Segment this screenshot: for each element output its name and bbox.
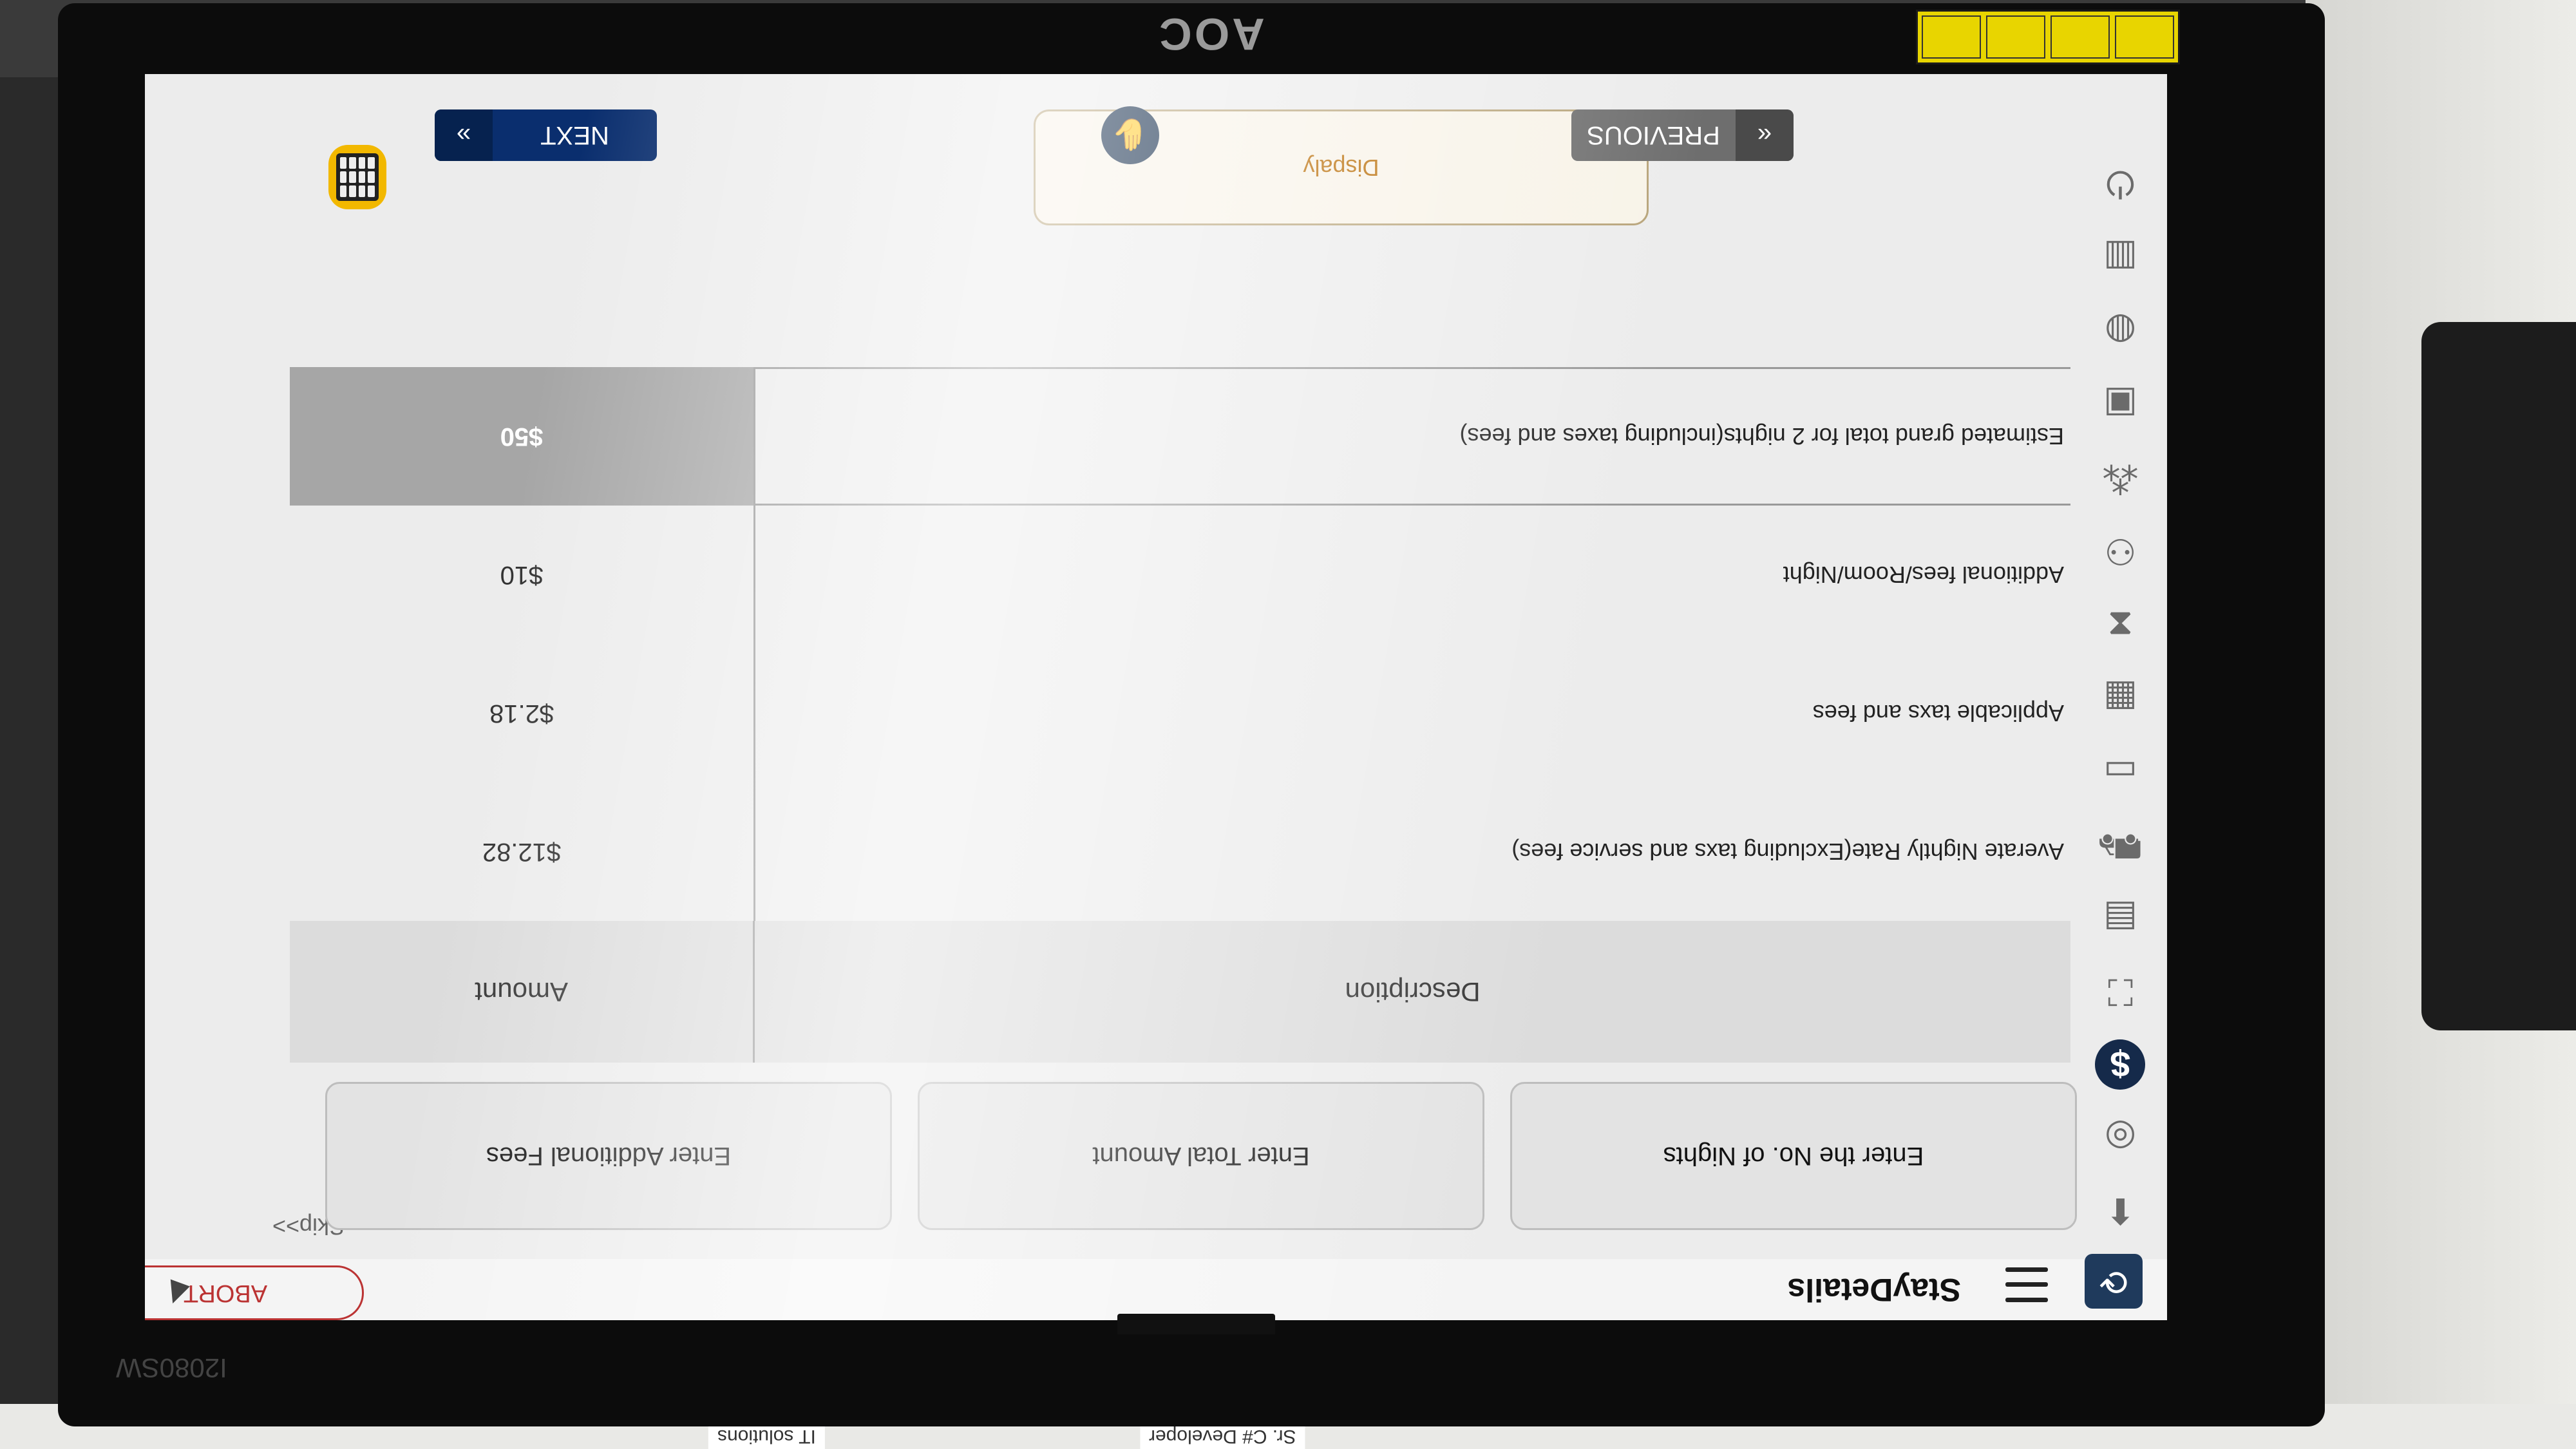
id-card-icon[interactable]: ▤ [2095,893,2146,944]
calculator-icon[interactable] [328,145,386,209]
total-amount: $50 [290,367,753,506]
warning-sticker [1916,10,2180,64]
globe-icon[interactable]: ◎ [2095,1112,2146,1163]
group-icon[interactable]: ⁂ [2095,452,2146,504]
double-chevron-left-icon: « [1736,109,1794,161]
key-card-icon[interactable]: ▭ [2095,746,2146,797]
row-description: Additional fees/Room/Night [753,506,2070,644]
next-label: NEXT [540,121,609,150]
menu-icon[interactable] [2005,1267,2048,1302]
dollar-icon[interactable]: $ [2095,1039,2146,1090]
hourglass-icon[interactable]: ⧗ [2095,599,2146,650]
table-header: Description Amount [290,921,2070,1063]
users-icon[interactable]: ⚇ [2095,526,2146,577]
enter-total-amount-button[interactable]: Enter Total Amount [918,1082,1484,1230]
previous-button[interactable]: « PREVIOUS [1571,109,1794,161]
passport-icon[interactable]: ▣ [2095,379,2146,430]
total-row: Estimated grand total for 2 nights(inclu… [290,367,2070,506]
power-icon[interactable]: ⏻ [2095,158,2146,210]
row-description: Averate Nightly Rate(Excluding taxs and … [753,782,2070,921]
monitor-notch [1117,1314,1275,1334]
arrow-icon[interactable]: ⬆ [2095,1185,2146,1236]
hand-stop-icon[interactable]: ✋ [1101,106,1159,164]
total-description: Estimated grand total for 2 nights(inclu… [753,367,2070,506]
row-amount: $2.18 [489,699,554,728]
double-chevron-right-icon: » [435,109,493,161]
option-buttons: Enter the No. of Nights Enter Total Amou… [325,1082,2077,1230]
app-logo-icon: ⟳ [2085,1254,2143,1309]
world-icon[interactable]: ◍ [2095,305,2146,357]
kiosk-screen: ⟳ StayDetails ABORT Skip>> ⬆ ◎ $ ⛶ ▤ ⛟ ▭ ▦ ⧗ ⚇ ⁂ ▣ ◍… [145,74,2167,1320]
sidebar: ⬆ ◎ $ ⛶ ▤ ⛟ ▭ ▦ ⧗ ⚇ ⁂ ▣ ◍ ▥ ⏻ [2090,142,2151,1236]
background-device [2421,322,2576,1030]
background-label: IT solutions [708,1423,825,1449]
receipt-icon[interactable]: ▦ [2095,672,2146,724]
monitor-brand: AOC [1157,9,1265,59]
row-amount: $10 [500,561,544,589]
page-title: StayDetails [1787,1272,1961,1308]
background-label: Sr. C# Developer [1140,1423,1305,1449]
row-amount: $12.82 [482,838,562,866]
table-row: Applicable taxs and fees $2.18 [290,644,2070,782]
car-icon[interactable]: ⛟ [2095,819,2146,871]
document-icon[interactable]: ▥ [2095,232,2146,283]
top-bar: ⟳ StayDetails ABORT [145,1254,2167,1320]
previous-label: PREVIOUS [1587,121,1720,150]
table-row: Additional fees/Room/Night $10 [290,506,2070,644]
scan-icon[interactable]: ⛶ [2095,966,2146,1018]
enter-additional-fees-button[interactable]: Enter Additional Fees [325,1082,892,1230]
monitor-model: I2080SW [116,1353,227,1383]
amount-header: Amount [475,977,568,1007]
row-description: Applicable taxs and fees [753,644,2070,782]
photo-scene: Sr. C# Developer IT solutions AOC I2080S… [0,0,2576,1449]
next-button[interactable]: NEXT » [435,109,657,161]
table-row: Averate Nightly Rate(Excluding taxs and … [290,782,2070,921]
enter-nights-button[interactable]: Enter the No. of Nights [1510,1082,2077,1230]
fee-table: Description Amount Averate Nightly Rate(… [290,367,2070,1063]
description-header: Description [753,921,2070,1063]
